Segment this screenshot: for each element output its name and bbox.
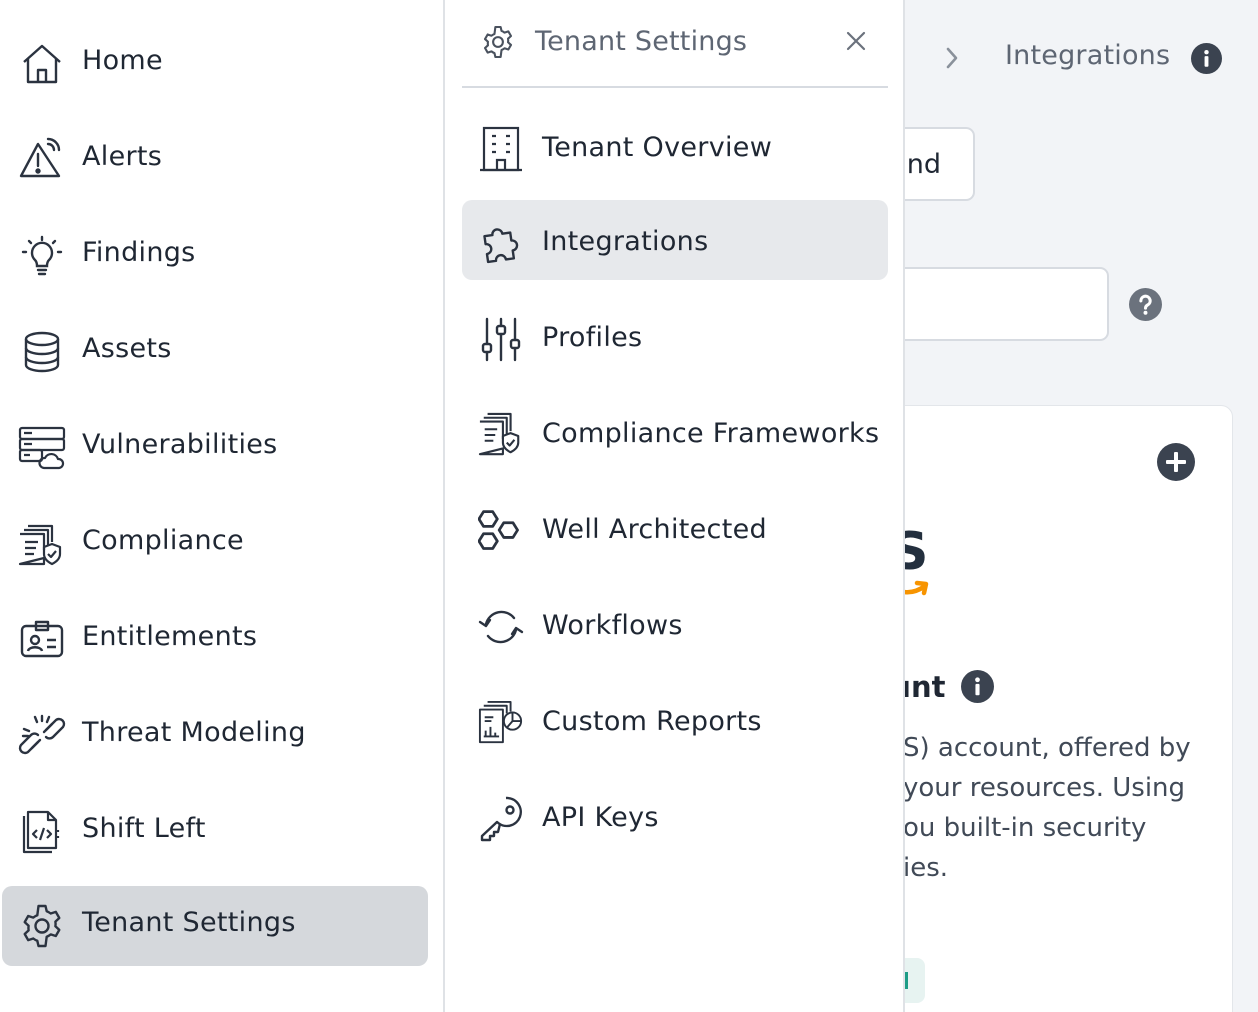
flyout-header: Tenant Settings — [462, 0, 888, 88]
report-chart-icon — [478, 700, 523, 744]
action-button-label: ınd — [905, 149, 941, 180]
sidebar-item-assets[interactable]: Assets — [2, 312, 428, 392]
close-icon[interactable] — [844, 29, 868, 53]
sidebar: Home Alerts Findings Assets Vulnerabilit… — [0, 0, 445, 1012]
server-cloud-icon — [18, 426, 66, 470]
alert-icon — [19, 137, 61, 178]
breadcrumb-current: Integrations — [1005, 40, 1171, 71]
building-icon — [480, 126, 522, 172]
flyout-item-profiles[interactable]: Profiles — [462, 296, 888, 376]
sidebar-item-shift-left[interactable]: Shift Left — [2, 792, 428, 872]
compliance-doc-icon — [478, 412, 520, 456]
flyout-item-tenant-overview[interactable]: Tenant Overview — [462, 106, 888, 186]
gear-icon — [23, 904, 61, 948]
search-input[interactable] — [905, 267, 1109, 341]
home-icon — [23, 44, 61, 84]
aws-logo: S — [905, 522, 941, 604]
database-icon — [24, 331, 60, 373]
breadcrumb-chevron-icon — [946, 47, 958, 69]
tenant-settings-flyout: Tenant Settings Tenant Overview Integrat… — [445, 0, 905, 1012]
sidebar-item-entitlements[interactable]: Entitlements — [2, 600, 428, 680]
sliders-icon — [481, 317, 521, 362]
help-icon[interactable] — [1129, 288, 1162, 321]
sidebar-item-tenant-settings[interactable]: Tenant Settings — [2, 886, 428, 966]
action-button[interactable]: ınd — [905, 127, 975, 201]
compliance-doc-icon — [18, 524, 62, 566]
gear-icon — [483, 25, 513, 59]
flyout-title: Tenant Settings — [535, 26, 748, 57]
flyout-item-integrations[interactable]: Integrations — [462, 200, 888, 280]
code-file-icon — [22, 810, 60, 854]
flyout-item-custom-reports[interactable]: Custom Reports — [462, 680, 888, 760]
sidebar-item-findings[interactable]: Findings — [2, 216, 428, 296]
flyout-item-workflows[interactable]: Workflows — [462, 584, 888, 664]
hexagons-icon — [478, 510, 519, 550]
sidebar-item-alerts[interactable]: Alerts — [2, 120, 428, 200]
sidebar-item-threat-modeling[interactable]: Threat Modeling — [2, 696, 428, 776]
sidebar-item-home[interactable]: Home — [2, 24, 428, 104]
main-content: Integrations ınd S ınt S) account, offer… — [905, 0, 1258, 1012]
card-description: S) account, offered by your resources. U… — [905, 733, 1191, 883]
id-card-icon — [20, 620, 64, 658]
sidebar-item-compliance[interactable]: Compliance — [2, 504, 428, 584]
card-title: ınt — [905, 670, 946, 704]
flyout-item-api-keys[interactable]: API Keys — [462, 776, 888, 856]
status-badge — [905, 958, 925, 1003]
flyout-item-well-architected[interactable]: Well Architected — [462, 488, 888, 568]
sidebar-item-vulnerabilities[interactable]: Vulnerabilities — [2, 408, 428, 488]
cycle-arrows-icon — [478, 610, 524, 644]
integration-card — [905, 405, 1233, 1012]
card-info-icon[interactable] — [961, 670, 994, 703]
key-icon — [480, 796, 522, 842]
info-icon[interactable] — [1191, 43, 1222, 74]
flyout-item-compliance-frameworks[interactable]: Compliance Frameworks — [462, 392, 888, 472]
broken-chain-icon — [18, 714, 66, 755]
add-integration-icon[interactable] — [1156, 442, 1196, 482]
lightbulb-icon — [21, 235, 63, 276]
puzzle-icon — [483, 228, 519, 264]
